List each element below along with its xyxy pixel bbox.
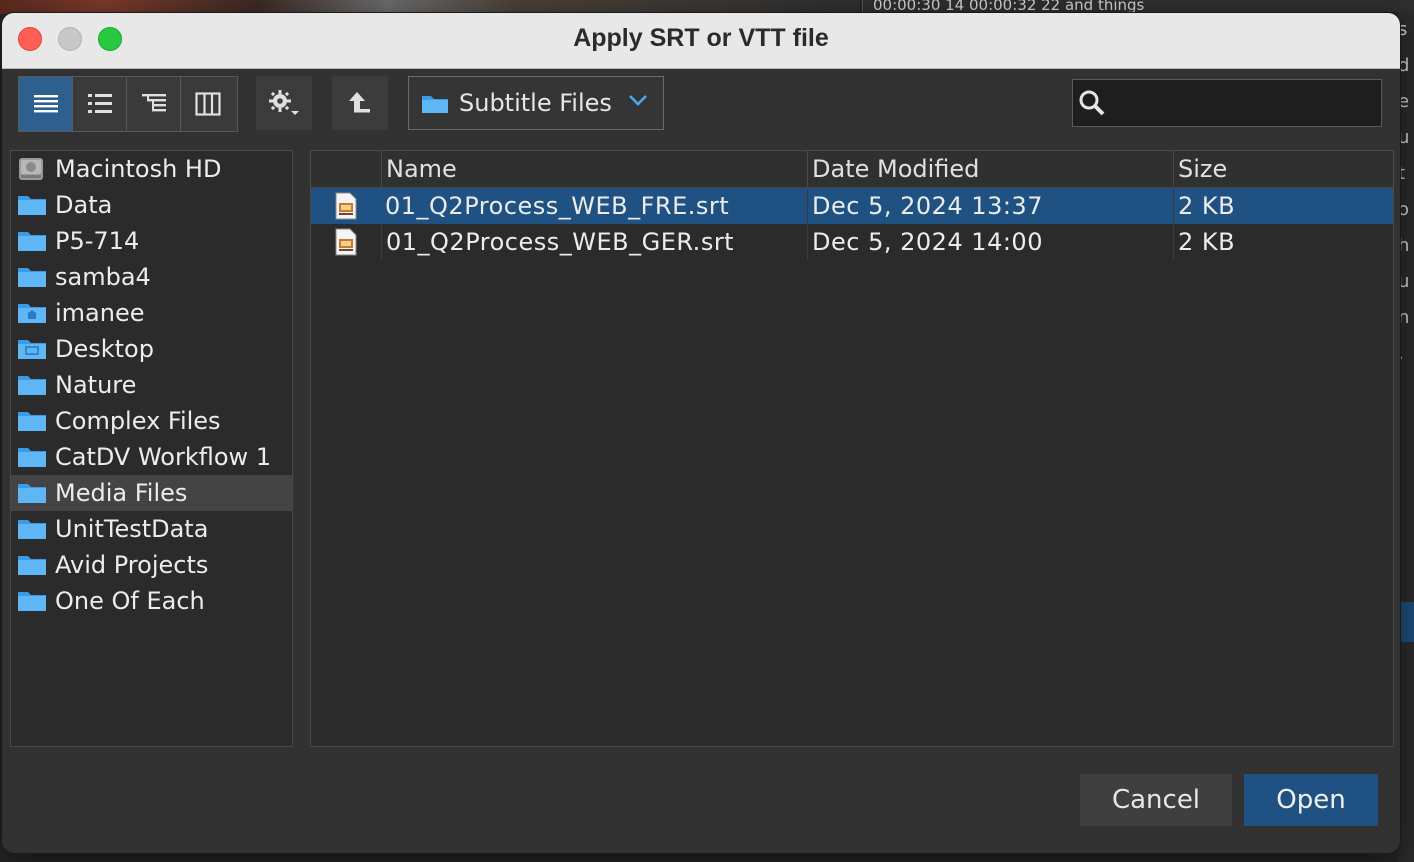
sidebar-item-label: CatDV Workflow 1: [55, 443, 272, 471]
sidebar-item-data[interactable]: Data: [11, 187, 292, 223]
current-folder-label: Subtitle Files: [459, 89, 612, 117]
sidebar-item-nature[interactable]: Nature: [11, 367, 292, 403]
chevron-down-icon: [629, 95, 647, 106]
file-name: 01_Q2Process_WEB_GER.srt: [381, 224, 807, 260]
sidebar-item-desktop[interactable]: Desktop: [11, 331, 292, 367]
sidebar-item-label: samba4: [55, 263, 151, 291]
file-date-modified: Dec 5, 2024 14:00: [807, 224, 1173, 260]
background-text-fragment: t: [1398, 163, 1406, 184]
settings-menu-button[interactable]: [256, 76, 312, 130]
background-text-fragment: h: [1398, 235, 1410, 256]
background-text-fragment: .: [1398, 343, 1404, 364]
folder-icon: [17, 553, 47, 577]
sidebar-item-one-of-each[interactable]: One Of Each: [11, 583, 292, 619]
sidebar-item-label: Macintosh HD: [55, 155, 222, 183]
file-list-header: Name Date Modified Size: [311, 151, 1393, 188]
table-row[interactable]: 01_Q2Process_WEB_FRE.srt Dec 5, 2024 13:3…: [311, 188, 1393, 224]
sidebar-item-label: One Of Each: [55, 587, 205, 615]
sidebar-item-label: Nature: [55, 371, 137, 399]
sidebar-item-samba4[interactable]: samba4: [11, 259, 292, 295]
background-text-fragment: s: [1398, 19, 1408, 40]
title-bar: Apply SRT or VTT file: [2, 13, 1400, 69]
home-folder-icon: [17, 301, 47, 325]
file-date-modified: Dec 5, 2024 13:37: [807, 188, 1173, 224]
tree-view-button[interactable]: [127, 77, 181, 131]
file-list: Name Date Modified Size 01_Q2Process_WEB…: [310, 150, 1394, 747]
file-size: 2 KB: [1173, 224, 1391, 260]
background-text-fragment: o: [1398, 199, 1410, 220]
folder-icon: [17, 409, 47, 433]
up-arrow-icon: [349, 92, 370, 113]
sidebar-item-label: Media Files: [55, 479, 188, 507]
sidebar-item-label: Data: [55, 191, 113, 219]
details-view-icon: [87, 94, 112, 113]
list-view-icon: [33, 95, 58, 113]
sidebar-item-label: Desktop: [55, 335, 154, 363]
search-icon: [1079, 90, 1105, 116]
sidebar-item-label: UnitTestData: [55, 515, 209, 543]
srt-file-icon: [311, 188, 381, 224]
sidebar-item-label: Complex Files: [55, 407, 221, 435]
open-button[interactable]: Open: [1244, 774, 1378, 826]
sidebar-locations: Macintosh HD Data P5-714 samba4 imanee Deskto…: [10, 150, 293, 747]
search-field[interactable]: [1072, 79, 1382, 127]
cancel-button[interactable]: Cancel: [1080, 774, 1232, 826]
background-text-fragment: e: [1398, 91, 1410, 112]
sidebar-item-media-files[interactable]: Media Files: [11, 475, 292, 511]
sidebar-item-imanee[interactable]: imanee: [11, 295, 292, 331]
desktop-folder-icon: [17, 337, 47, 361]
folder-icon: [17, 193, 47, 217]
background-text-fragment: n: [1398, 307, 1410, 328]
sidebar-item-catdv-workflow-1[interactable]: CatDV Workflow 1: [11, 439, 292, 475]
folder-icon: [17, 481, 47, 505]
parent-folder-button[interactable]: [332, 76, 388, 130]
drive-icon: [17, 157, 47, 181]
background-subtitle-text: 00:00:30 14 00:00:32 22 and things: [873, 0, 1145, 12]
sidebar-item-unittestdata[interactable]: UnitTestData: [11, 511, 292, 547]
background-text-fragment: d: [1398, 55, 1410, 76]
gear-icon: [269, 90, 299, 115]
sidebar-item-avid-projects[interactable]: Avid Projects: [11, 547, 292, 583]
sidebar-item-label: P5-714: [55, 227, 140, 255]
folder-icon: [17, 373, 47, 397]
column-header-icon[interactable]: [311, 151, 381, 187]
column-view-icon: [195, 92, 221, 116]
file-name: 01_Q2Process_WEB_FRE.srt: [385, 192, 730, 220]
sidebar-item-complex-files[interactable]: Complex Files: [11, 403, 292, 439]
table-row[interactable]: 01_Q2Process_WEB_GER.srt Dec 5, 2024 14:0…: [311, 224, 1393, 260]
sidebar-item-label: Avid Projects: [55, 551, 209, 579]
sidebar-item-p5-714[interactable]: P5-714: [11, 223, 292, 259]
folder-icon: [17, 517, 47, 541]
dialog-title: Apply SRT or VTT file: [573, 24, 829, 52]
column-view-button[interactable]: [181, 77, 235, 131]
background-subtitle-row: 00:00:30 14 00:00:32 22 and things: [862, 0, 1414, 12]
file-rows: 01_Q2Process_WEB_FRE.srt Dec 5, 2024 13:3…: [311, 188, 1393, 260]
folder-icon: [17, 589, 47, 613]
background-video-frame: [0, 0, 860, 14]
folder-location-dropdown[interactable]: Subtitle Files: [408, 76, 664, 130]
details-view-button[interactable]: [73, 77, 127, 131]
folder-icon: [17, 265, 47, 289]
folder-icon: [17, 445, 47, 469]
sidebar-item-label: imanee: [55, 299, 145, 327]
tree-view-icon: [141, 94, 166, 112]
folder-icon: [17, 229, 47, 253]
view-mode-group: [18, 76, 238, 132]
open-file-dialog: Apply SRT or VTT file Subtitle Files Mac…: [2, 13, 1400, 853]
background-text-fragment: u: [1398, 271, 1410, 292]
column-header-size[interactable]: Size: [1173, 151, 1393, 187]
folder-icon: [422, 96, 448, 113]
background-text-fragment: u: [1398, 127, 1410, 148]
background-selection: [1398, 602, 1414, 642]
column-header-date-modified[interactable]: Date Modified: [807, 151, 1173, 187]
sidebar-item-macintosh-hd[interactable]: Macintosh HD: [11, 151, 292, 187]
background-right-panel: sdeutohun.: [1398, 12, 1414, 862]
list-view-button[interactable]: [19, 77, 73, 131]
srt-file-icon: [311, 224, 381, 260]
file-size: 2 KB: [1173, 188, 1391, 224]
column-header-name[interactable]: Name: [381, 151, 807, 187]
